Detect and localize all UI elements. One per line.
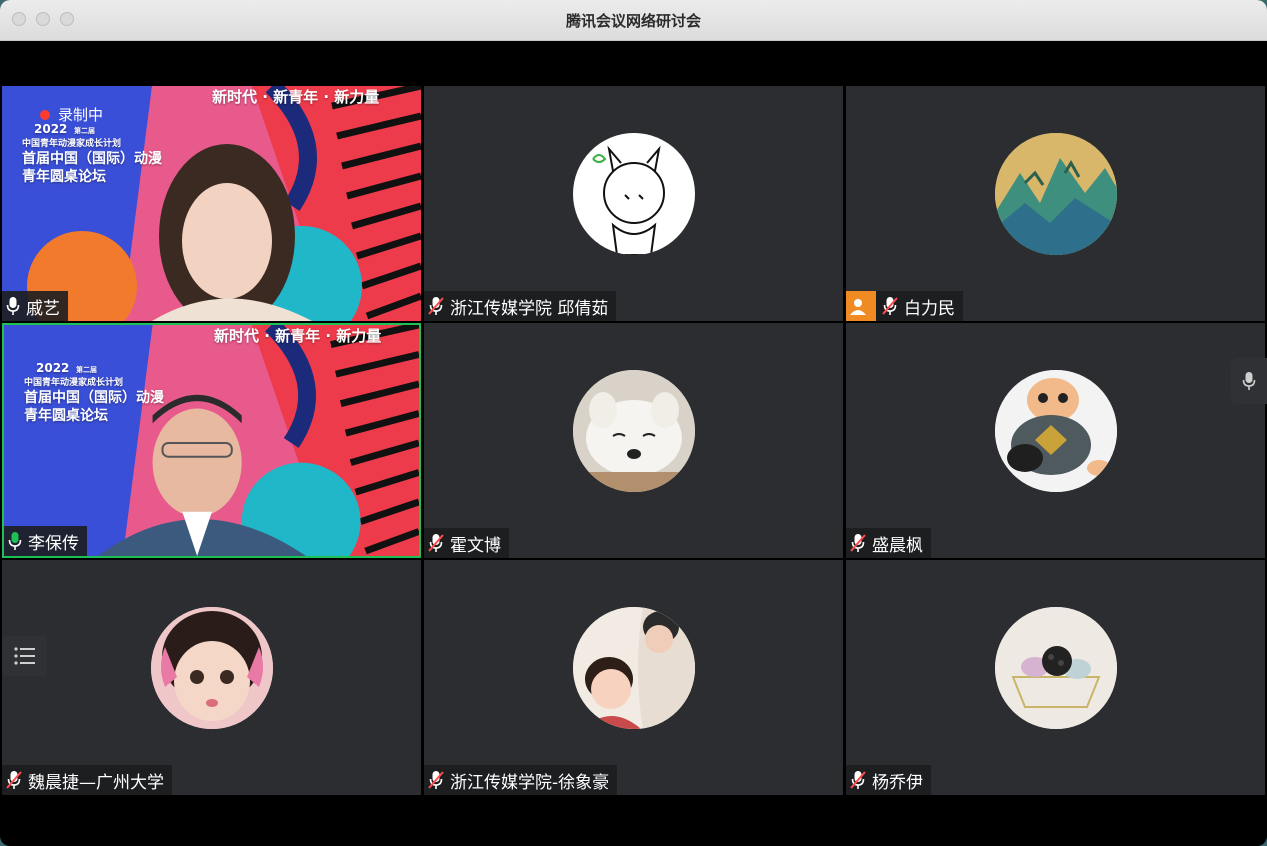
participant-grid: 新时代 · 新青年 · 新力量 2022 第二届 中国青年动漫家成长计划 首届中… [2,86,1265,796]
participant-name: 李保传 [28,533,79,554]
speaking-microphone-icon [8,532,22,550]
participant-name: 盛晨枫 [872,535,923,556]
microphone-icon [1242,372,1256,390]
poster-forum-line2: 青年圆桌论坛 [22,169,106,185]
window-title: 腾讯会议网络研讨会 [565,12,701,30]
participant-nametag: 魏晨捷—广州大学 [2,765,172,795]
side-microphone-button[interactable] [1231,358,1267,404]
muted-microphone-icon [428,771,444,789]
participant-name: 浙江传媒学院 邱倩茹 [450,298,609,319]
microphone-icon [6,297,20,315]
participant-name: 杨乔伊 [872,772,923,793]
participant-nametag: 浙江传媒学院 邱倩茹 [424,291,617,321]
muted-microphone-icon [850,771,866,789]
participant-nametag: 杨乔伊 [846,765,931,795]
participant-nametag: 戚艺 [2,291,68,321]
participant-nametag: 李保传 [4,526,87,556]
white-dog-avatar [572,370,695,492]
muted-microphone-icon [428,534,444,552]
participant-tile[interactable]: 盛晨枫 [846,323,1265,558]
participant-list-button[interactable] [2,636,47,676]
participant-tile[interactable]: 霍文博 [424,323,843,558]
recording-indicator[interactable]: 录制中 [40,104,103,125]
meeting-window: 腾讯会议网络研讨会 新时代 · 新青年 · 新力量 2022 第二届 中国青年动… [0,0,1267,846]
poster-year-suffix: 第二届 [74,127,95,135]
poster-forum-line1: 首届中国（国际）动漫 [24,390,164,406]
participant-name: 戚艺 [26,298,60,319]
participant-name: 霍文博 [450,535,501,556]
muted-microphone-icon [882,297,898,315]
poster-forum-line2: 青年圆桌论坛 [24,408,108,424]
participant-name: 浙江传媒学院-徐象豪 [450,772,610,793]
participant-tile[interactable]: 浙江传媒学院 邱倩茹 [424,86,843,321]
participant-nametag: 浙江传媒学院-徐象豪 [424,765,618,795]
muted-microphone-icon [6,771,22,789]
poster-slogan: 新时代 · 新青年 · 新力量 [214,327,382,345]
recording-dot-icon [40,109,50,120]
list-icon [13,647,35,665]
participant-name: 白力民 [904,298,955,319]
sketch-girl-avatar [572,133,695,255]
child-photo-avatar [150,607,273,729]
poster-year-suffix: 第二届 [76,366,97,374]
participant-nametag: 白力民 [846,291,963,321]
muted-microphone-icon [428,297,444,315]
poster-year: 2022 [36,361,70,375]
toy-figure-avatar [994,370,1117,492]
user-icon [846,291,876,321]
participant-tile[interactable]: 魏晨捷—广州大学 [2,560,421,795]
muted-microphone-icon [850,534,866,552]
recording-label: 录制中 [58,106,104,124]
berry-drawing-avatar [994,607,1117,729]
participant-tile[interactable]: 杨乔伊 [846,560,1265,795]
landscape-painting-avatar [994,133,1117,255]
participant-tile-video-active[interactable]: 新时代 · 新青年 · 新力量 2022 第二届 中国青年动漫家成长计划 首届中… [2,323,421,558]
participant-tile[interactable]: 浙江传媒学院-徐象豪 [424,560,843,795]
participant-nametag: 盛晨枫 [846,528,931,558]
illustration-couple-avatar [572,607,695,729]
title-bar: 腾讯会议网络研讨会 [0,0,1267,41]
poster-slogan: 新时代 · 新青年 · 新力量 [212,88,380,106]
poster-background [4,325,419,556]
poster-forum-line1: 首届中国（国际）动漫 [22,151,162,167]
participant-nametag: 霍文博 [424,528,509,558]
participant-tile[interactable]: 白力民 [846,86,1265,321]
participant-name: 魏晨捷—广州大学 [28,772,164,793]
